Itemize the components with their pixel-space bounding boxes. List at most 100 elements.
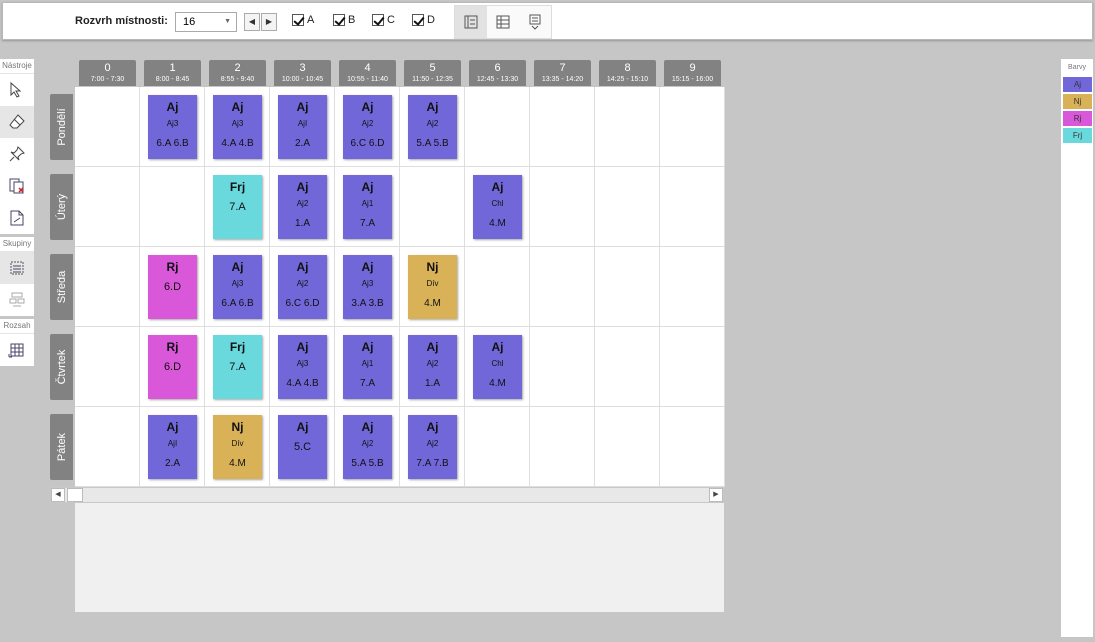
timetable-cell[interactable] bbox=[75, 87, 140, 167]
timetable-cell[interactable] bbox=[595, 327, 660, 407]
period-number: 2 bbox=[234, 62, 241, 74]
lesson-card[interactable]: Aj Aj1 7.A bbox=[343, 175, 392, 239]
timetable-cell[interactable] bbox=[530, 247, 595, 327]
lesson-card[interactable]: Aj Aj3 4.A 4.B bbox=[278, 335, 327, 399]
color-legend-item[interactable]: Nj bbox=[1063, 94, 1092, 109]
room-select[interactable]: 16 ▼ bbox=[175, 12, 237, 32]
lesson-card[interactable]: Aj Aj3 4.A 4.B bbox=[213, 95, 262, 159]
timetable-cell[interactable] bbox=[465, 87, 530, 167]
lesson-group: Aj2 bbox=[296, 199, 309, 208]
lesson-card[interactable]: Aj Aj1 7.A bbox=[343, 335, 392, 399]
lesson-card[interactable]: Frj 7.A bbox=[213, 335, 262, 399]
timetable-cell[interactable] bbox=[465, 407, 530, 487]
timetable-cell[interactable] bbox=[595, 167, 660, 247]
period-header[interactable]: 3 10:00 - 10:45 bbox=[274, 60, 331, 86]
lesson-card[interactable]: Aj Aj3 6.A 6.B bbox=[213, 255, 262, 319]
eraser-tool-button[interactable] bbox=[0, 106, 34, 138]
lesson-card[interactable]: Aj Aj2 1.A bbox=[278, 175, 327, 239]
timetable-cell[interactable] bbox=[660, 407, 725, 487]
lesson-group: Aj2 bbox=[426, 359, 439, 368]
lesson-card[interactable]: Nj Dív 4.M bbox=[213, 415, 262, 479]
lesson-card[interactable]: Aj Aj3 3.A 3.B bbox=[343, 255, 392, 319]
timetable-cell[interactable] bbox=[400, 167, 465, 247]
timetable-cell[interactable] bbox=[75, 247, 140, 327]
building-d-checkbox[interactable]: D bbox=[412, 14, 435, 30]
lesson-card[interactable]: Aj Aj2 6.C 6.D bbox=[278, 255, 327, 319]
building-b-checkbox[interactable]: B bbox=[333, 14, 355, 30]
building-a-checkbox[interactable]: A bbox=[292, 14, 314, 30]
scroll-left-button[interactable]: ◀ bbox=[51, 488, 65, 502]
view-list-button[interactable] bbox=[455, 6, 487, 38]
timetable-cell[interactable] bbox=[530, 167, 595, 247]
range-tool-button[interactable] bbox=[0, 334, 34, 366]
timetable-cell[interactable] bbox=[660, 167, 725, 247]
building-c-checkbox[interactable]: C bbox=[372, 14, 395, 30]
timetable-cell[interactable] bbox=[660, 247, 725, 327]
timetable-cell[interactable] bbox=[75, 167, 140, 247]
select-tool-button[interactable] bbox=[0, 74, 34, 106]
timetable-cell[interactable] bbox=[530, 407, 595, 487]
scroll-right-button[interactable]: ▶ bbox=[709, 488, 723, 502]
horizontal-scrollbar[interactable]: ◀ ▶ bbox=[50, 487, 724, 503]
timetable-cell[interactable] bbox=[530, 87, 595, 167]
lesson-card[interactable]: Aj AjI 2.A bbox=[148, 415, 197, 479]
lesson-subject: Aj bbox=[296, 100, 309, 114]
timetable-cell[interactable] bbox=[75, 407, 140, 487]
lesson-card[interactable]: Aj Aj2 6.C 6.D bbox=[343, 95, 392, 159]
lesson-card[interactable]: Aj 5.C bbox=[278, 415, 327, 479]
groups-select-button[interactable] bbox=[0, 252, 34, 284]
lesson-card[interactable]: Aj Chl 4.M bbox=[473, 175, 522, 239]
period-header[interactable]: 1 8:00 - 8:45 bbox=[144, 60, 201, 86]
timetable-cell[interactable] bbox=[595, 87, 660, 167]
view-grid-button[interactable] bbox=[487, 6, 519, 38]
lesson-card[interactable]: Frj 7.A bbox=[213, 175, 262, 239]
period-header[interactable]: 0 7:00 - 7:30 bbox=[79, 60, 136, 86]
timetable-cell[interactable] bbox=[660, 327, 725, 407]
groups-layout-button[interactable] bbox=[0, 284, 34, 316]
timetable-cell[interactable] bbox=[595, 247, 660, 327]
day-header[interactable]: Pondělí bbox=[50, 94, 73, 160]
lesson-card[interactable]: Aj Aj2 5.A 5.B bbox=[343, 415, 392, 479]
lesson-card[interactable]: Aj Chl 4.M bbox=[473, 335, 522, 399]
lesson-group: AjI bbox=[297, 119, 308, 128]
day-header[interactable]: Úterý bbox=[50, 174, 73, 240]
lesson-card[interactable]: Aj Aj2 1.A bbox=[408, 335, 457, 399]
lesson-classes: 4.A 4.B bbox=[286, 378, 319, 389]
timetable-cell[interactable] bbox=[75, 327, 140, 407]
color-legend-item[interactable]: Frj bbox=[1063, 128, 1092, 143]
period-header[interactable]: 6 12:45 - 13:30 bbox=[469, 60, 526, 86]
day-header[interactable]: Středa bbox=[50, 254, 73, 320]
lesson-card[interactable]: Aj Aj3 6.A 6.B bbox=[148, 95, 197, 159]
view-export-button[interactable] bbox=[519, 6, 551, 38]
remove-tool-button[interactable] bbox=[0, 170, 34, 202]
period-header[interactable]: 8 14:25 - 15:10 bbox=[599, 60, 656, 86]
timetable-cell[interactable] bbox=[595, 407, 660, 487]
timetable-cell[interactable] bbox=[660, 87, 725, 167]
lesson-subject: Aj bbox=[361, 100, 374, 114]
prev-room-button[interactable]: ◀ bbox=[244, 13, 260, 31]
timetable-cell[interactable] bbox=[530, 327, 595, 407]
day-header[interactable]: Pátek bbox=[50, 414, 73, 480]
pin-tool-button[interactable] bbox=[0, 138, 34, 170]
lesson-card[interactable]: Aj AjI 2.A bbox=[278, 95, 327, 159]
color-legend-item[interactable]: Aj bbox=[1063, 77, 1092, 92]
period-header[interactable]: 9 15:15 - 16:00 bbox=[664, 60, 721, 86]
period-header[interactable]: 4 10:55 - 11:40 bbox=[339, 60, 396, 86]
color-legend-item[interactable]: Rj bbox=[1063, 111, 1092, 126]
scroll-thumb[interactable] bbox=[67, 488, 83, 502]
timetable-cell[interactable] bbox=[140, 167, 205, 247]
lesson-classes: 1.A bbox=[424, 378, 440, 389]
lesson-card[interactable]: Rj 6.D bbox=[148, 335, 197, 399]
lesson-card[interactable]: Rj 6.D bbox=[148, 255, 197, 319]
lesson-card[interactable]: Aj Aj2 5.A 5.B bbox=[408, 95, 457, 159]
document-tool-button[interactable] bbox=[0, 202, 34, 234]
next-room-button[interactable]: ▶ bbox=[261, 13, 277, 31]
day-header[interactable]: Čtvrtek bbox=[50, 334, 73, 400]
period-header[interactable]: 7 13:35 - 14:20 bbox=[534, 60, 591, 86]
period-header[interactable]: 5 11:50 - 12:35 bbox=[404, 60, 461, 86]
lesson-card[interactable]: Aj Aj2 7.A 7.B bbox=[408, 415, 457, 479]
lesson-card[interactable]: Nj Dív 4.M bbox=[408, 255, 457, 319]
lesson-classes: 2.A bbox=[294, 138, 310, 149]
period-header[interactable]: 2 8:55 - 9:40 bbox=[209, 60, 266, 86]
timetable-cell[interactable] bbox=[465, 247, 530, 327]
